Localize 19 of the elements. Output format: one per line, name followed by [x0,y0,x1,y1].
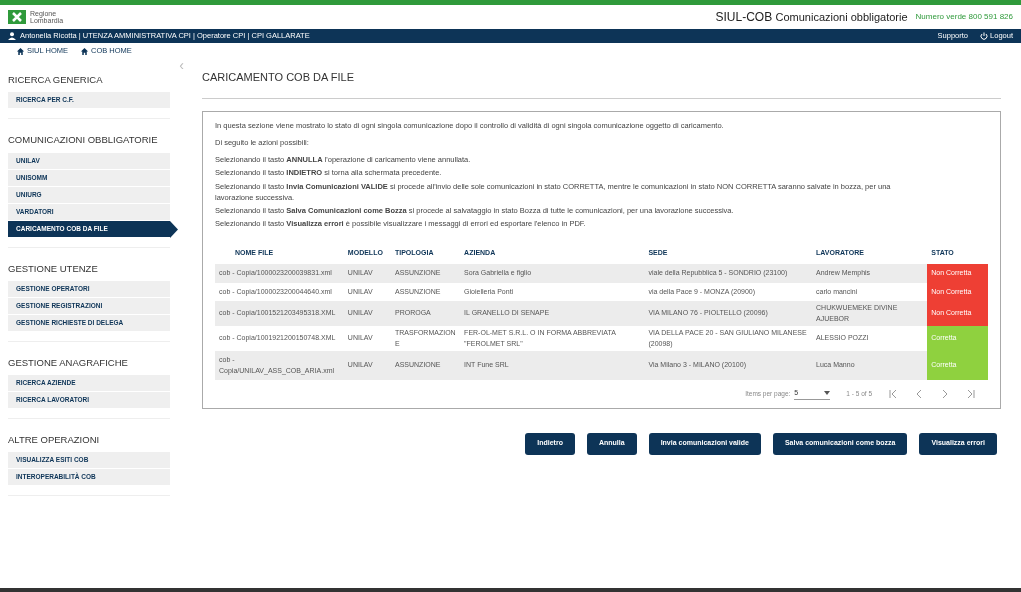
phone-number: Numero verde 800 591 826 [915,11,1013,23]
section-title: GESTIONE ANAGRAFICHE [8,355,129,370]
previous-page-icon[interactable] [914,388,924,399]
user-icon [8,32,16,40]
selection-arrow-icon [170,220,178,238]
first-page-icon[interactable] [888,388,898,399]
home-icon [80,46,89,56]
section-title: COMUNICAZIONI OBBLIGATORIE [8,133,159,148]
last-page-icon[interactable] [966,388,976,399]
page-title: CARICAMENTO COB DA FILE [202,69,1001,99]
home-icon [16,46,25,56]
next-page-icon[interactable] [940,388,950,399]
section-title: ALTRE OPERAZIONI [8,433,101,447]
caret-icon [824,391,831,396]
section-title: RICERCA GENERICA [8,73,104,87]
app-title: SIUL-COB Comunicazioni obbligatorie [715,9,908,26]
power-icon [980,32,989,40]
section-title: GESTIONE UTENZE [8,261,99,276]
logo-icon [8,10,26,24]
